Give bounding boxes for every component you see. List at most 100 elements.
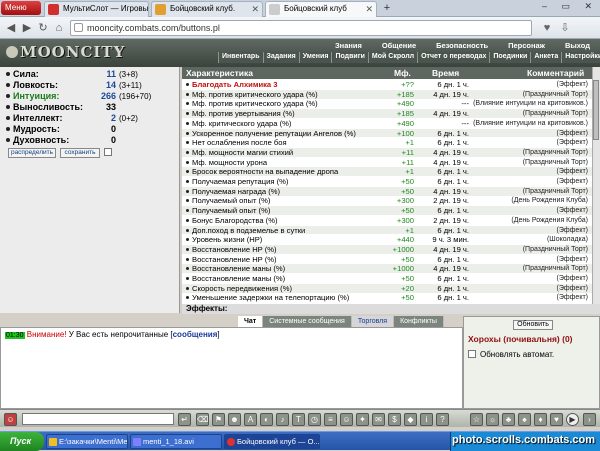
font-icon[interactable]: A (244, 413, 257, 426)
forward-icon[interactable]: ▶ (19, 20, 35, 36)
mail-icon[interactable]: ✉ (372, 413, 385, 426)
tab-chat[interactable]: Чат (238, 316, 264, 327)
emote-2-icon[interactable]: ☼ (486, 413, 499, 426)
submenu-my-scroll[interactable]: Мой Скролл (367, 52, 417, 63)
submenu-settings[interactable]: Настройки (561, 52, 600, 63)
translit-icon[interactable]: T (292, 413, 305, 426)
stat-strength: Сила: 11 (3+8) (6, 69, 178, 80)
color-icon[interactable]: ◐ (260, 413, 273, 426)
table-row: Уменьшение задержки на телепортацию (%) +… (182, 293, 592, 302)
menu-exit[interactable]: Выход (565, 41, 590, 51)
tab-multislot[interactable]: МультиСлот — Игровые Ав... (44, 1, 149, 17)
chat-window[interactable]: 01:30 Внимание! У Вас есть непрочитанные… (0, 327, 463, 409)
scroll-right-icon[interactable]: › (583, 413, 596, 426)
auto-refresh-checkbox[interactable] (468, 350, 476, 358)
new-tab-icon[interactable]: + (380, 2, 394, 15)
browser-tab-bar: Меню МультиСлот — Игровые Ав... Бойцовск… (0, 0, 600, 17)
tab-trade[interactable]: Торговля (351, 316, 395, 327)
url-input[interactable]: mooncity.combats.com/buttons.pl (70, 20, 532, 36)
shop-icon[interactable]: $ (388, 413, 401, 426)
emote-3-icon[interactable]: ♣ (502, 413, 515, 426)
menu-character[interactable]: Персонаж (508, 41, 545, 51)
row-time: 6 дн. 1 ч. (437, 225, 469, 235)
info-icon[interactable]: i (420, 413, 433, 426)
emote-4-icon[interactable]: ♠ (518, 413, 531, 426)
tab-combats-active[interactable]: Бойцовский клуб ✕ (265, 1, 377, 17)
submenu-quests[interactable]: Задания (262, 52, 299, 63)
clock-icon[interactable]: ◷ (308, 413, 321, 426)
bag-icon[interactable]: ◆ (404, 413, 417, 426)
row-mf: +1 (405, 138, 414, 148)
page-icon (74, 23, 83, 32)
scrollbar-thumb[interactable] (593, 80, 599, 140)
windows-taskbar: Пуск E:\закачки\Menti\Menti-1 menti_1_18… (0, 431, 600, 451)
row-time: 6 дн. 1 ч. (437, 274, 469, 283)
reload-icon[interactable]: ↻ (35, 20, 51, 36)
task-browser[interactable]: Бойцовский клуб — О... (224, 434, 320, 449)
map-icon[interactable]: ✦ (356, 413, 369, 426)
header-comment: Комментарий (527, 67, 585, 79)
table-row: Бросок вероятности на выпадение дропа +1 6… (182, 167, 592, 176)
download-icon[interactable]: ⇩ (558, 20, 572, 36)
back-icon[interactable]: ◀ (3, 20, 19, 36)
row-mf: +185 (396, 109, 414, 119)
home-icon[interactable]: ⌂ (51, 20, 67, 36)
distribute-button[interactable]: распределить (8, 148, 56, 158)
row-comment: (Эффект) (556, 226, 588, 234)
play-icon[interactable]: ▶ (566, 413, 579, 426)
task-video[interactable]: menti_1_18.avi (130, 434, 222, 449)
chat-input[interactable] (22, 413, 174, 425)
table-row: Бонус Благородства (%) +300 2 дн. 19 ч. (Де… (182, 216, 592, 225)
submenu-transfers[interactable]: Отчет о переводах (417, 52, 489, 63)
emote-5-icon[interactable]: ♦ (534, 413, 547, 426)
row-characteristic: Восстановление маны (%) (186, 264, 401, 273)
browser-menu-button[interactable]: Меню (1, 1, 41, 15)
row-mf: +50 (401, 177, 414, 186)
window-controls[interactable]: – ▭ ✕ (542, 1, 598, 12)
task-folder[interactable]: E:\закачки\Menti\Menti-1 (46, 434, 128, 449)
filter-icon[interactable]: ⚑ (212, 413, 225, 426)
close-icon[interactable]: ✕ (251, 2, 259, 16)
menu-security[interactable]: Безопасность (436, 41, 488, 51)
start-button[interactable]: Пуск (0, 432, 44, 451)
menu-knowledge[interactable]: Знания (335, 41, 362, 51)
header-characteristic: Характеристика (186, 67, 253, 79)
row-mf: +1000 (392, 264, 414, 274)
row-mf: +1000 (392, 244, 414, 254)
tab-conflicts[interactable]: Конфликты (394, 316, 444, 327)
channels-icon[interactable]: ≡ (324, 413, 337, 426)
clear-icon[interactable]: ⌫ (196, 413, 209, 426)
row-time: 6 дн. 1 ч. (437, 167, 469, 177)
emote-6-icon[interactable]: ♥ (550, 413, 563, 426)
character-icon[interactable]: ☺ (4, 413, 17, 426)
emote-1-icon[interactable]: ☆ (470, 413, 483, 426)
messages-link[interactable]: сообщения (173, 330, 218, 339)
stats-checkbox[interactable] (104, 148, 112, 156)
submenu-profile[interactable]: Анкета (530, 52, 561, 63)
submenu-skills[interactable]: Умения (298, 52, 332, 63)
row-mf: +50 (401, 206, 414, 216)
submenu-duels[interactable]: Поединки (489, 52, 530, 63)
submenu-inventory[interactable]: Инвентарь (218, 52, 263, 63)
row-mf: +1 (405, 167, 414, 177)
row-mf: +100 (396, 128, 414, 138)
send-icon[interactable]: ↵ (178, 413, 191, 426)
row-characteristic: Получаемая награда (%) (186, 187, 401, 196)
close-icon[interactable]: ✕ (365, 2, 373, 16)
chat-toolbar: ☺ ↵ ⌫ ⚑ ☻ A ◐ ♪ T ◷ ≡ ☺ ✦ ✉ $ ◆ i ? ☆ ☼ … (0, 409, 600, 427)
sound-icon[interactable]: ♪ (276, 413, 289, 426)
row-characteristic: Доп.поход в подземелье в сутки (186, 226, 401, 235)
tab-system-messages[interactable]: Системные сообщения (263, 316, 352, 327)
address-bar: ◀ ▶ ↻ ⌂ mooncity.combats.com/buttons.pl … (0, 17, 600, 39)
heart-icon[interactable]: ♥ (540, 20, 554, 36)
submenu-feats[interactable]: Подвиги (331, 52, 367, 63)
menu-communication[interactable]: Общение (382, 41, 416, 51)
smile-icon[interactable]: ☻ (228, 413, 241, 426)
help-icon[interactable]: ? (436, 413, 449, 426)
row-time: 4 дн. 19 ч. (433, 157, 469, 167)
friends-icon[interactable]: ☺ (340, 413, 353, 426)
tab-combats-1[interactable]: Бойцовский клуб. ✕ (151, 1, 263, 17)
row-mf: +490 (396, 118, 414, 128)
save-button[interactable]: сохранить (60, 148, 100, 158)
refresh-button[interactable]: Обновить (513, 320, 553, 330)
